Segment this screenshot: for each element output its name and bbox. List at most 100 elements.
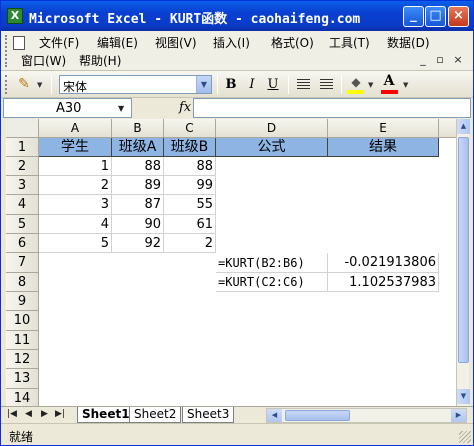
scroll-down-button[interactable]: ▼ [457, 389, 470, 404]
insert-function-icon[interactable]: fx [179, 100, 191, 115]
document-icon[interactable] [13, 36, 25, 50]
menu-file[interactable]: 文件(F) [39, 34, 79, 51]
column-header-b[interactable]: B [112, 119, 164, 138]
cell-a2[interactable]: 1 [39, 157, 112, 176]
excel-app-icon[interactable]: X [7, 8, 23, 24]
cell-e1[interactable]: 结果 [328, 138, 439, 157]
title-bar: X Microsoft Excel - KURT函数 - caohaifeng.… [1, 1, 473, 31]
cell-b5[interactable]: 90 [112, 215, 164, 234]
menu-help[interactable]: 帮助(H) [79, 52, 121, 69]
cell-c5[interactable]: 61 [164, 215, 216, 234]
menu-window[interactable]: 窗口(W) [21, 52, 66, 69]
horizontal-scroll-thumb[interactable] [285, 410, 350, 421]
format-painter-icon[interactable]: ✎ [15, 75, 33, 93]
row-header[interactable]: 5 [6, 215, 39, 234]
cell-c4[interactable]: 55 [164, 195, 216, 215]
row-header[interactable]: 2 [6, 157, 39, 176]
row-header[interactable]: 14 [6, 389, 39, 406]
row-header[interactable]: 13 [6, 369, 39, 389]
row-header[interactable]: 11 [6, 331, 39, 350]
last-sheet-icon[interactable]: ▶| [55, 409, 65, 419]
toolbar-grip[interactable] [5, 75, 7, 94]
scroll-up-button[interactable]: ▲ [457, 119, 470, 134]
italic-button[interactable]: I [242, 75, 262, 94]
select-all-corner[interactable] [6, 119, 39, 138]
align-center-icon[interactable] [320, 79, 333, 90]
cell-b2[interactable]: 88 [112, 157, 164, 176]
horizontal-scrollbar[interactable]: ◀ ▶ [266, 408, 467, 423]
cell-b6[interactable]: 92 [112, 234, 164, 253]
cell-b3[interactable]: 89 [112, 176, 164, 195]
underline-button[interactable]: U [263, 75, 283, 94]
row-header[interactable]: 3 [6, 176, 39, 195]
cell-c3[interactable]: 99 [164, 176, 216, 195]
menu-view[interactable]: 视图(V) [155, 34, 197, 51]
doc-close-button[interactable]: × [451, 53, 465, 67]
menu-edit[interactable]: 编辑(E) [97, 34, 138, 51]
scroll-left-button[interactable]: ◀ [267, 409, 282, 422]
cell-b1[interactable]: 班级A [112, 138, 164, 157]
vertical-scroll-thumb[interactable] [458, 137, 469, 363]
first-sheet-icon[interactable]: |◀ [7, 409, 17, 419]
font-color-icon[interactable]: A [382, 74, 396, 88]
next-sheet-icon[interactable]: ▶ [41, 409, 48, 419]
cell-a4[interactable]: 3 [39, 195, 112, 215]
name-box[interactable]: A30 ▼ [3, 98, 132, 118]
cell-d7[interactable]: =KURT(B2:B6) [216, 253, 328, 273]
cell-b4[interactable]: 87 [112, 195, 164, 215]
cell-c6[interactable]: 2 [164, 234, 216, 253]
row-header[interactable]: 8 [6, 273, 39, 292]
font-dropdown-arrow-icon[interactable]: ▼ [196, 76, 211, 93]
sheet-tab-sheet1[interactable]: Sheet1 [77, 407, 135, 423]
resize-grip[interactable] [459, 431, 471, 443]
row-header[interactable]: 1 [6, 138, 39, 157]
cell-a6[interactable]: 5 [39, 234, 112, 253]
fill-color-icon[interactable]: ◆ [348, 76, 364, 89]
align-left-icon[interactable] [297, 79, 310, 90]
doc-restore-button[interactable]: ▫ [433, 53, 447, 67]
row-header[interactable]: 12 [6, 350, 39, 369]
bold-button[interactable]: B [221, 75, 241, 94]
fill-color-arrow-icon[interactable]: ▼ [368, 81, 373, 89]
menu-format[interactable]: 格式(O) [271, 34, 314, 51]
menu-bar: 文件(F) 编辑(E) 视图(V) 插入(I) 格式(O) 工具(T) 数据(D… [1, 31, 473, 71]
maximize-button[interactable]: □ [425, 6, 446, 27]
cell-c2[interactable]: 88 [164, 157, 216, 176]
toolbar-options-arrow-icon[interactable]: ▼ [37, 81, 42, 89]
column-header-c[interactable]: C [164, 119, 216, 138]
scroll-right-button[interactable]: ▶ [451, 409, 466, 422]
close-button[interactable]: × [448, 6, 469, 27]
menu-grip[interactable] [5, 35, 8, 67]
column-header-e[interactable]: E [328, 119, 439, 138]
sheet-tab-sheet2[interactable]: Sheet2 [129, 407, 182, 423]
menu-insert[interactable]: 插入(I) [213, 34, 250, 51]
menu-data[interactable]: 数据(D) [387, 34, 430, 51]
formula-input[interactable] [193, 98, 471, 118]
row-header[interactable]: 10 [6, 311, 39, 331]
column-header-a[interactable]: A [39, 119, 112, 138]
column-header-d[interactable]: D [216, 119, 328, 138]
name-box-value: A30 [56, 101, 82, 116]
sheet-tab-sheet3[interactable]: Sheet3 [182, 407, 235, 423]
name-box-arrow-icon[interactable]: ▼ [118, 104, 124, 113]
font-color-arrow-icon[interactable]: ▼ [403, 81, 408, 89]
cell-a3[interactable]: 2 [39, 176, 112, 195]
row-header[interactable]: 9 [6, 292, 39, 311]
menu-tools[interactable]: 工具(T) [329, 34, 370, 51]
minimize-button[interactable]: _ [403, 6, 424, 27]
toolbar-separator [51, 75, 52, 94]
row-header[interactable]: 7 [6, 253, 39, 273]
doc-minimize-button[interactable]: _ [416, 53, 430, 67]
cell-a5[interactable]: 4 [39, 215, 112, 234]
cell-c1[interactable]: 班级B [164, 138, 216, 157]
cell-d8[interactable]: =KURT(C2:C6) [216, 273, 328, 292]
cell-a1[interactable]: 学生 [39, 138, 112, 157]
row-header[interactable]: 4 [6, 195, 39, 215]
cell-e7[interactable]: -0.021913806 [328, 253, 439, 273]
prev-sheet-icon[interactable]: ◀ [25, 409, 32, 419]
cell-d1[interactable]: 公式 [216, 138, 328, 157]
font-name-select[interactable]: 宋体 ▼ [59, 75, 212, 94]
cell-e8[interactable]: 1.102537983 [328, 273, 439, 292]
vertical-scrollbar[interactable]: ▲ ▼ [456, 119, 470, 406]
row-header[interactable]: 6 [6, 234, 39, 253]
